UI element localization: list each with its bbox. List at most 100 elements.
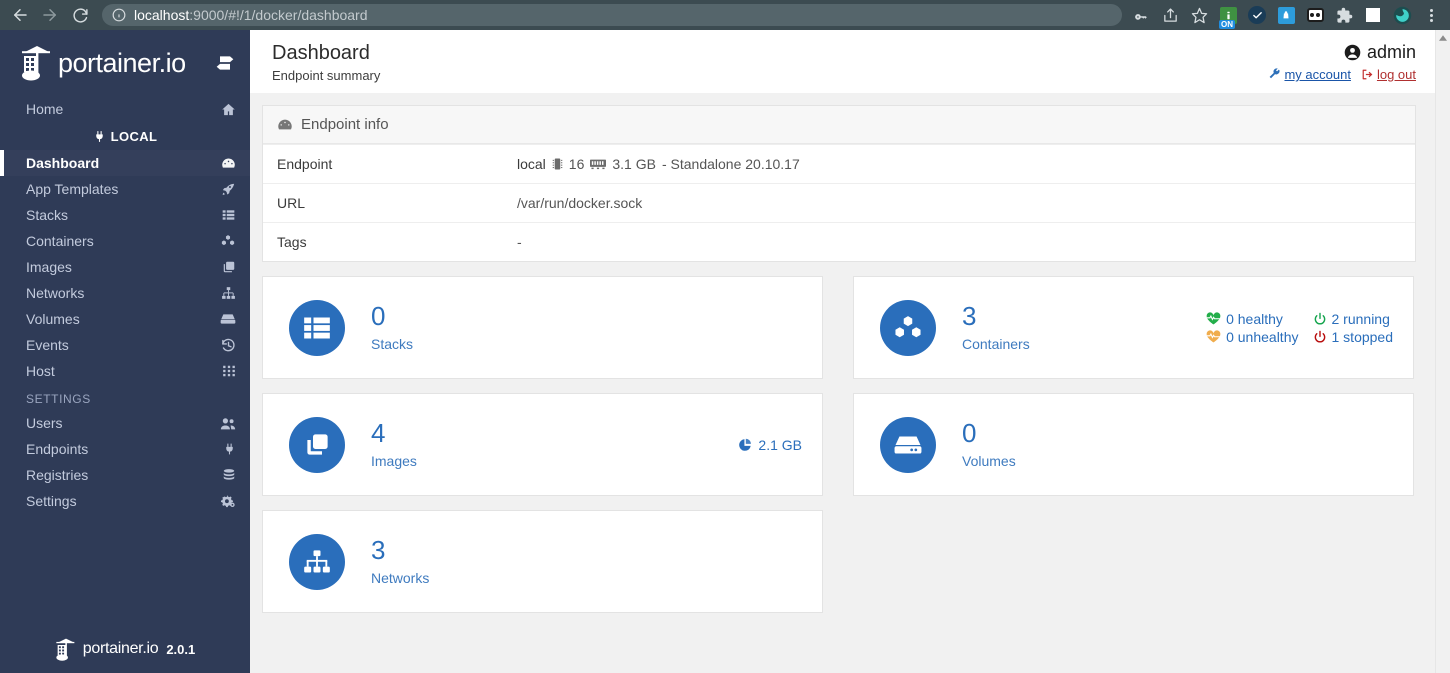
bookmark-star-icon[interactable] xyxy=(1186,2,1212,28)
card-networks-label: Networks xyxy=(371,569,430,586)
endpoint-row-value: local 16 3.1 GB - Standalone 20.10.17 xyxy=(517,156,800,172)
url-path: :9000/#!/1/docker/dashboard xyxy=(189,7,368,23)
vertical-scrollbar[interactable] xyxy=(1435,30,1450,673)
sidebar-item-app-templates[interactable]: App Templates xyxy=(0,176,250,202)
heartbeat-icon xyxy=(1206,330,1221,343)
hdd-icon xyxy=(880,416,936,473)
sidebar-item-registries[interactable]: Registries xyxy=(0,462,250,488)
sidepanel-icon[interactable] xyxy=(1360,2,1386,28)
extension-swirl-icon[interactable] xyxy=(1389,2,1415,28)
dashboard-content: Endpoint info Endpoint local 16 3.1 GB -… xyxy=(250,93,1450,625)
site-info-icon[interactable] xyxy=(112,8,126,22)
containers-icon xyxy=(214,234,236,248)
browser-toolbar: localhost:9000/#!/1/docker/dashboard ON xyxy=(0,0,1450,30)
sidebar-item-label: Dashboard xyxy=(26,155,100,171)
sidebar-item-host[interactable]: Host xyxy=(0,358,250,384)
share-icon[interactable] xyxy=(1157,2,1183,28)
log-out-link[interactable]: log out xyxy=(1361,67,1416,82)
card-containers-count: 3 xyxy=(962,301,977,332)
card-images[interactable]: 4 Images 2.1 GB xyxy=(262,393,823,496)
app-shell: portainer.io Home LOCAL Dashboard App Te… xyxy=(0,30,1450,673)
card-volumes[interactable]: 0 Volumes xyxy=(853,393,1414,496)
sidebar-item-images[interactable]: Images xyxy=(0,254,250,280)
log-out-link-text[interactable]: log out xyxy=(1377,67,1416,82)
extensions-puzzle-icon[interactable] xyxy=(1331,2,1357,28)
plug-icon xyxy=(214,442,236,456)
sidebar-item-label: App Templates xyxy=(26,181,119,197)
sidebar-item-label: Endpoints xyxy=(26,441,89,457)
user-name: admin xyxy=(1366,42,1416,62)
images-icon xyxy=(214,260,236,274)
sidebar-item-label: Users xyxy=(26,415,63,431)
sidebar-logo[interactable]: portainer.io xyxy=(0,30,250,96)
extension-goggles-icon[interactable] xyxy=(1302,2,1328,28)
sidebar-item-networks[interactable]: Networks xyxy=(0,280,250,306)
card-containers[interactable]: 3 Containers 0 healthy 2 running 0 unhea… xyxy=(853,276,1414,379)
wrench-icon xyxy=(1268,68,1281,81)
page-header-titles: Dashboard Endpoint summary xyxy=(272,42,380,83)
user-links: my account log out xyxy=(1268,67,1416,82)
dashboard-icon xyxy=(214,156,236,171)
tags-row-key: Tags xyxy=(277,234,307,250)
card-networks[interactable]: 3 Networks xyxy=(262,510,823,613)
forward-arrow-icon[interactable] xyxy=(36,2,64,28)
sidebar-item-label: Host xyxy=(26,363,55,379)
chrome-menu-icon[interactable] xyxy=(1418,2,1444,28)
card-networks-count: 3 xyxy=(371,535,386,566)
main-content: Dashboard Endpoint summary admin my acco… xyxy=(250,30,1450,673)
endpoint-info-panel: Endpoint info Endpoint local 16 3.1 GB -… xyxy=(262,105,1416,262)
sidebar-item-containers[interactable]: Containers xyxy=(0,228,250,254)
status-stopped-text: 1 stopped xyxy=(1331,328,1394,345)
url-host: localhost xyxy=(134,7,190,23)
sidebar-item-label: Images xyxy=(26,259,72,275)
pie-chart-icon xyxy=(738,438,752,452)
users-icon xyxy=(214,417,236,430)
portainer-logo-icon xyxy=(20,42,54,84)
card-images-label: Images xyxy=(371,452,417,469)
address-bar[interactable]: localhost:9000/#!/1/docker/dashboard xyxy=(102,4,1122,26)
card-images-size: 2.1 GB xyxy=(738,437,802,453)
card-containers-statuses: 0 healthy 2 running 0 unhealthy 1 stoppe… xyxy=(1206,311,1393,345)
card-containers-label: Containers xyxy=(962,335,1030,352)
memory-icon xyxy=(590,158,607,170)
sidebar-section-settings: SETTINGS xyxy=(26,392,91,406)
my-account-link-text[interactable]: my account xyxy=(1284,67,1350,82)
power-icon xyxy=(1313,312,1327,326)
list-icon xyxy=(214,208,236,222)
sidebar-item-volumes[interactable]: Volumes xyxy=(0,306,250,332)
sidebar-item-label: Volumes xyxy=(26,311,80,327)
page-header: Dashboard Endpoint summary admin my acco… xyxy=(250,30,1450,93)
dashboard-cards: 0 Stacks 3 Containers 0 healthy 2 runnin… xyxy=(262,276,1416,613)
collapse-sidebar-icon[interactable] xyxy=(214,53,236,73)
my-account-link[interactable]: my account xyxy=(1268,67,1351,82)
card-stacks[interactable]: 0 Stacks xyxy=(262,276,823,379)
endpoint-memory: 3.1 GB xyxy=(612,156,656,172)
sidebar-item-stacks[interactable]: Stacks xyxy=(0,202,250,228)
card-networks-text: 3 Networks xyxy=(371,535,430,586)
sidebar-item-events[interactable]: Events xyxy=(0,332,250,358)
sidebar-item-label: Containers xyxy=(26,233,94,249)
sidebar-item-endpoints[interactable]: Endpoints xyxy=(0,436,250,462)
back-arrow-icon[interactable] xyxy=(6,2,34,28)
status-running: 2 running xyxy=(1313,311,1394,327)
sidebar-item-settings[interactable]: Settings xyxy=(0,488,250,514)
extension-bag-icon[interactable] xyxy=(1273,2,1299,28)
scroll-up-arrow-icon[interactable] xyxy=(1436,30,1450,45)
extension-check-icon[interactable] xyxy=(1244,2,1270,28)
sidebar-item-label: Home xyxy=(26,101,64,117)
endpoint-row: Endpoint local 16 3.1 GB - Standalone 20… xyxy=(263,144,1415,183)
page-subtitle: Endpoint summary xyxy=(272,68,381,83)
sidebar-item-users[interactable]: Users xyxy=(0,410,250,436)
url-row-value: /var/run/docker.sock xyxy=(517,195,643,211)
extension-on-icon[interactable]: ON xyxy=(1215,2,1241,29)
reload-icon[interactable] xyxy=(66,2,94,28)
card-containers-text: 3 Containers xyxy=(962,301,1030,352)
sidebar-footer: portainer.io 2.0.1 xyxy=(0,625,250,673)
sidebar-logo-text: portainer.io xyxy=(58,47,186,78)
endpoint-version: - Standalone 20.10.17 xyxy=(661,156,800,172)
sidebar-item-home[interactable]: Home xyxy=(0,96,250,122)
rocket-icon xyxy=(214,182,236,197)
sidebar-item-dashboard[interactable]: Dashboard xyxy=(0,150,250,176)
card-images-count: 4 xyxy=(371,418,386,449)
password-key-icon[interactable] xyxy=(1128,2,1154,28)
